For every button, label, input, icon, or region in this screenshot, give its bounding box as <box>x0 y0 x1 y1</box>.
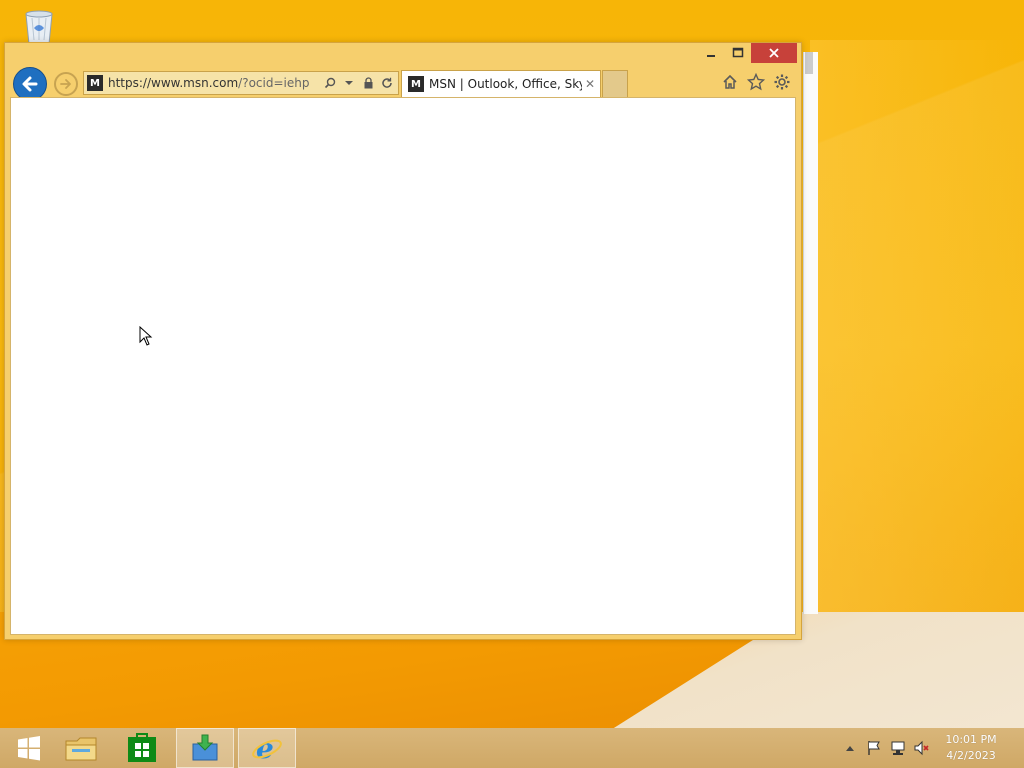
show-hidden-icons[interactable] <box>842 740 858 756</box>
home-icon[interactable] <box>719 71 741 93</box>
tab-title: MSN | Outlook, Office, Sky... <box>429 77 582 91</box>
system-tray <box>842 728 930 768</box>
close-icon[interactable] <box>751 43 797 63</box>
back-arrow-icon <box>22 76 38 92</box>
url-path: /?ocid=iehp <box>238 76 310 90</box>
msn-favicon-icon: M <box>408 76 424 92</box>
address-url[interactable]: https://www.msn.com/?ocid=iehp <box>108 76 322 90</box>
page-content-area[interactable] <box>10 97 796 635</box>
clock-time: 10:01 PM <box>945 733 997 746</box>
maximize-icon[interactable] <box>724 43 751 63</box>
network-icon[interactable] <box>890 740 906 756</box>
browser-toolbar <box>719 71 793 93</box>
address-bar[interactable]: M https://www.msn.com/?ocid=iehp <box>83 71 399 95</box>
action-center-flag-icon[interactable] <box>866 740 882 756</box>
background-window-scroll-thumb <box>805 52 813 74</box>
store-icon[interactable] <box>113 728 171 768</box>
browser-tab-msn[interactable]: M MSN | Outlook, Office, Sky... ✕ <box>401 70 601 97</box>
forward-button[interactable] <box>54 72 78 96</box>
internet-explorer-icon[interactable]: e <box>238 728 296 768</box>
install-app-icon[interactable] <box>176 728 234 768</box>
dropdown-arrow-icon[interactable] <box>341 75 357 91</box>
window-controls <box>697 43 797 63</box>
recycle-bin-icon[interactable] <box>20 6 58 46</box>
start-icon[interactable] <box>0 728 58 768</box>
taskbar-clock[interactable]: 10:01 PM 4/2/2023 <box>936 732 1006 764</box>
navigation-bar: M https://www.msn.com/?ocid=iehp M MSN |… <box>11 67 797 101</box>
forward-arrow-icon <box>60 79 71 89</box>
new-tab-button[interactable] <box>602 70 628 97</box>
volume-muted-icon[interactable] <box>914 740 930 756</box>
refresh-icon[interactable] <box>379 75 395 91</box>
clock-date: 4/2/2023 <box>946 749 996 762</box>
msn-favicon-icon: M <box>87 75 103 91</box>
tab-close-icon[interactable]: ✕ <box>582 77 598 91</box>
minimize-icon[interactable] <box>697 43 724 63</box>
internet-explorer-window: M https://www.msn.com/?ocid=iehp M MSN |… <box>4 42 802 640</box>
desktop-wall-shade <box>810 40 1024 660</box>
favorites-icon[interactable] <box>745 71 767 93</box>
search-icon[interactable] <box>322 75 338 91</box>
back-button[interactable] <box>13 67 47 101</box>
mouse-cursor-icon <box>139 325 153 349</box>
taskbar: e 10:01 PM 4/2/2023 <box>0 728 1024 768</box>
settings-icon[interactable] <box>771 71 793 93</box>
lock-icon[interactable] <box>360 75 376 91</box>
background-window-edge <box>803 52 818 614</box>
url-host: https://www.msn.com <box>108 76 239 90</box>
file-explorer-icon[interactable] <box>52 728 110 768</box>
